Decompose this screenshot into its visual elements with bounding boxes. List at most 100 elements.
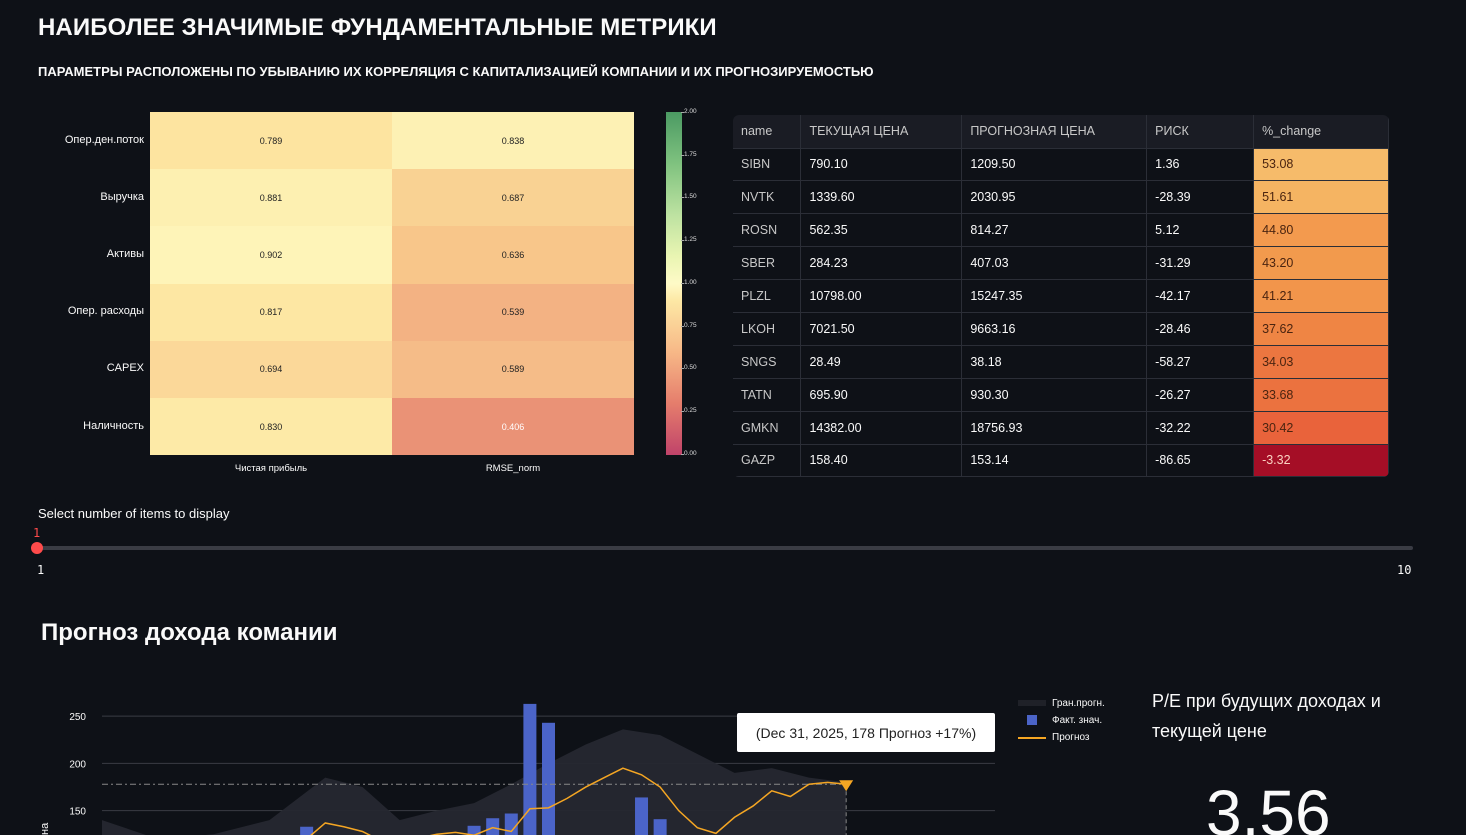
table-row[interactable]: LKOH 7021.50 9663.16 -28.46 37.62: [733, 312, 1389, 346]
line-swatch: [1018, 737, 1046, 739]
table-row[interactable]: SNGS 28.49 38.18 -58.27 34.03: [733, 345, 1389, 379]
pe-metric-label: P/E при будущих доходах и текущей цене: [1152, 691, 1381, 741]
legend-item-bars[interactable]: Факт. знач.: [1018, 712, 1105, 729]
legend-label-band: Гран.прогн.: [1052, 698, 1105, 709]
table-cell: 790.10: [800, 148, 963, 182]
heatmap-row-label: Опер. расходы: [67, 305, 144, 318]
table-cell: 33.68: [1253, 378, 1389, 412]
table-cell: ROSN: [733, 213, 802, 248]
table-cell: SIBN: [733, 148, 802, 182]
legend-label-line: Прогноз: [1052, 732, 1090, 743]
y-tick-label: 150: [69, 807, 86, 818]
heatmap-col-label: Чистая прибыль: [234, 463, 308, 475]
colorbar-tick-label: 0.75: [681, 321, 697, 329]
slider-current-value: 1: [33, 526, 41, 540]
heatmap-cell: 0.539: [392, 283, 634, 341]
table-cell: -3.32: [1253, 444, 1389, 478]
table-row[interactable]: GAZP 158.40 153.14 -86.65 -3.32: [733, 444, 1389, 478]
app-root: НАИБОЛЕЕ ЗНАЧИМЫЕ ФУНДАМЕНТАЛЬНЫЕ МЕТРИК…: [0, 0, 1466, 835]
band-swatch: [1018, 700, 1046, 706]
table-row[interactable]: ROSN 562.35 814.27 5.12 44.80: [733, 213, 1389, 248]
table-cell: 930.30: [961, 378, 1148, 412]
table-body: SIBN 790.10 1209.50 1.36 53.08 NVTK 1339.60 203…: [733, 148, 1389, 478]
table-cell: 814.27: [961, 213, 1148, 248]
table-cell: 37.62: [1253, 312, 1389, 346]
table-row[interactable]: SIBN 790.10 1209.50 1.36 53.08: [733, 148, 1389, 182]
table-cell: 15247.35: [961, 279, 1148, 313]
table-header-cell[interactable]: ПРОГНОЗНАЯ ЦЕНА: [961, 115, 1148, 149]
table-cell: 9663.16: [961, 312, 1148, 346]
y-tick-label: 250: [69, 712, 86, 723]
table-row[interactable]: SBER 284.23 407.03 -31.29 43.20: [733, 246, 1389, 281]
actual-bar: [635, 797, 649, 835]
slider-min-label: 1: [37, 563, 45, 577]
table-row[interactable]: PLZL 10798.00 15247.35 -42.17 41.21: [733, 279, 1389, 313]
table-cell: -28.39: [1146, 180, 1255, 215]
table-cell: -26.27: [1146, 378, 1255, 412]
y-tick-label: 200: [69, 759, 86, 770]
table-row[interactable]: TATN 695.90 930.30 -26.27 33.68: [733, 378, 1389, 412]
table-cell: 30.42: [1253, 411, 1389, 445]
table-header-cell[interactable]: ТЕКУЩАЯ ЦЕНА: [800, 115, 963, 149]
heatmap-cell: 0.694: [150, 340, 392, 398]
table-cell: SNGS: [733, 345, 802, 379]
heatmap-row-label: Наличность: [83, 419, 144, 432]
heatmap-cell: 0.838: [392, 112, 634, 170]
page-subtitle: ПАРАМЕТРЫ РАСПОЛОЖЕНЫ ПО УБЫВАНИЮ ИХ КОР…: [38, 64, 874, 79]
table-cell: 1209.50: [961, 148, 1148, 182]
section-title: Прогноз дохода комании: [41, 619, 338, 646]
colorbar-tick-label: 0.00: [681, 449, 697, 457]
colorbar-tick-label: 2.00: [681, 108, 697, 115]
table-cell: 1.36: [1146, 148, 1255, 182]
table-cell: 44.80: [1253, 213, 1389, 248]
income-forecast-chart[interactable]: 150 200 250 на: [0, 680, 1010, 835]
table-cell: 18756.93: [961, 411, 1148, 445]
table-cell: 153.14: [961, 444, 1148, 478]
colorbar-tick-label: 1.75: [681, 150, 697, 158]
heatmap-cell: 0.817: [150, 283, 392, 341]
heatmap-cell: 0.636: [392, 226, 634, 284]
table-cell: 1339.60: [800, 180, 963, 215]
table-cell: 41.21: [1253, 279, 1389, 313]
heatmap-cell: 0.789: [150, 112, 392, 170]
forecast-band: [102, 729, 847, 835]
table-cell: 10798.00: [800, 279, 963, 313]
table-header-cell[interactable]: %_change: [1253, 115, 1389, 149]
legend-item-band[interactable]: Гран.прогн.: [1018, 695, 1105, 712]
table-row[interactable]: NVTK 1339.60 2030.95 -28.39 51.61: [733, 180, 1389, 215]
table-cell: -58.27: [1146, 345, 1255, 379]
table-cell: 51.61: [1253, 180, 1389, 215]
legend-item-line[interactable]: Прогноз: [1018, 729, 1105, 746]
table-cell: NVTK: [733, 180, 802, 215]
heatmap-row-label: Опер.ден.поток: [64, 133, 144, 146]
table-cell: TATN: [733, 378, 802, 412]
bar-swatch: [1027, 715, 1037, 725]
table-row[interactable]: GMKN 14382.00 18756.93 -32.22 30.42: [733, 411, 1389, 445]
stocks-table[interactable]: name ТЕКУЩАЯ ЦЕНА ПРОГНОЗНАЯ ЦЕНА РИСК %_cha…: [733, 115, 1389, 478]
colorbar-tick-label: 1.00: [681, 278, 697, 286]
chart-legend[interactable]: Гран.прогн. Факт. знач. Прогноз: [1018, 695, 1105, 746]
table-header-cell[interactable]: name: [733, 115, 802, 149]
heatmap-row-label: CAPEX: [106, 362, 144, 375]
table-cell: 34.03: [1253, 345, 1389, 379]
actual-bar: [542, 722, 555, 835]
table-cell: LKOH: [733, 312, 802, 346]
table-cell: 28.49: [800, 345, 963, 379]
heatmap-cell: 0.687: [392, 169, 634, 227]
actual-bar: [653, 819, 667, 835]
table-cell: -32.22: [1146, 411, 1255, 445]
heatmap-cell: 0.589: [392, 340, 634, 398]
table-cell: 38.18: [961, 345, 1148, 379]
table-cell: SBER: [733, 246, 802, 281]
slider-track[interactable]: [37, 546, 1413, 550]
table-header-cell[interactable]: РИСК: [1146, 115, 1255, 149]
slider-thumb[interactable]: [31, 542, 43, 554]
table-cell: -86.65: [1146, 444, 1255, 478]
table-cell: 562.35: [800, 213, 963, 248]
heatmap-row-label: Активы: [106, 248, 144, 260]
table-cell: 407.03: [961, 246, 1148, 281]
heatmap-cell: 0.902: [150, 226, 392, 284]
slider-label: Select number of items to display: [38, 506, 230, 521]
table-cell: -28.46: [1146, 312, 1255, 346]
table-cell: -31.29: [1146, 246, 1255, 281]
